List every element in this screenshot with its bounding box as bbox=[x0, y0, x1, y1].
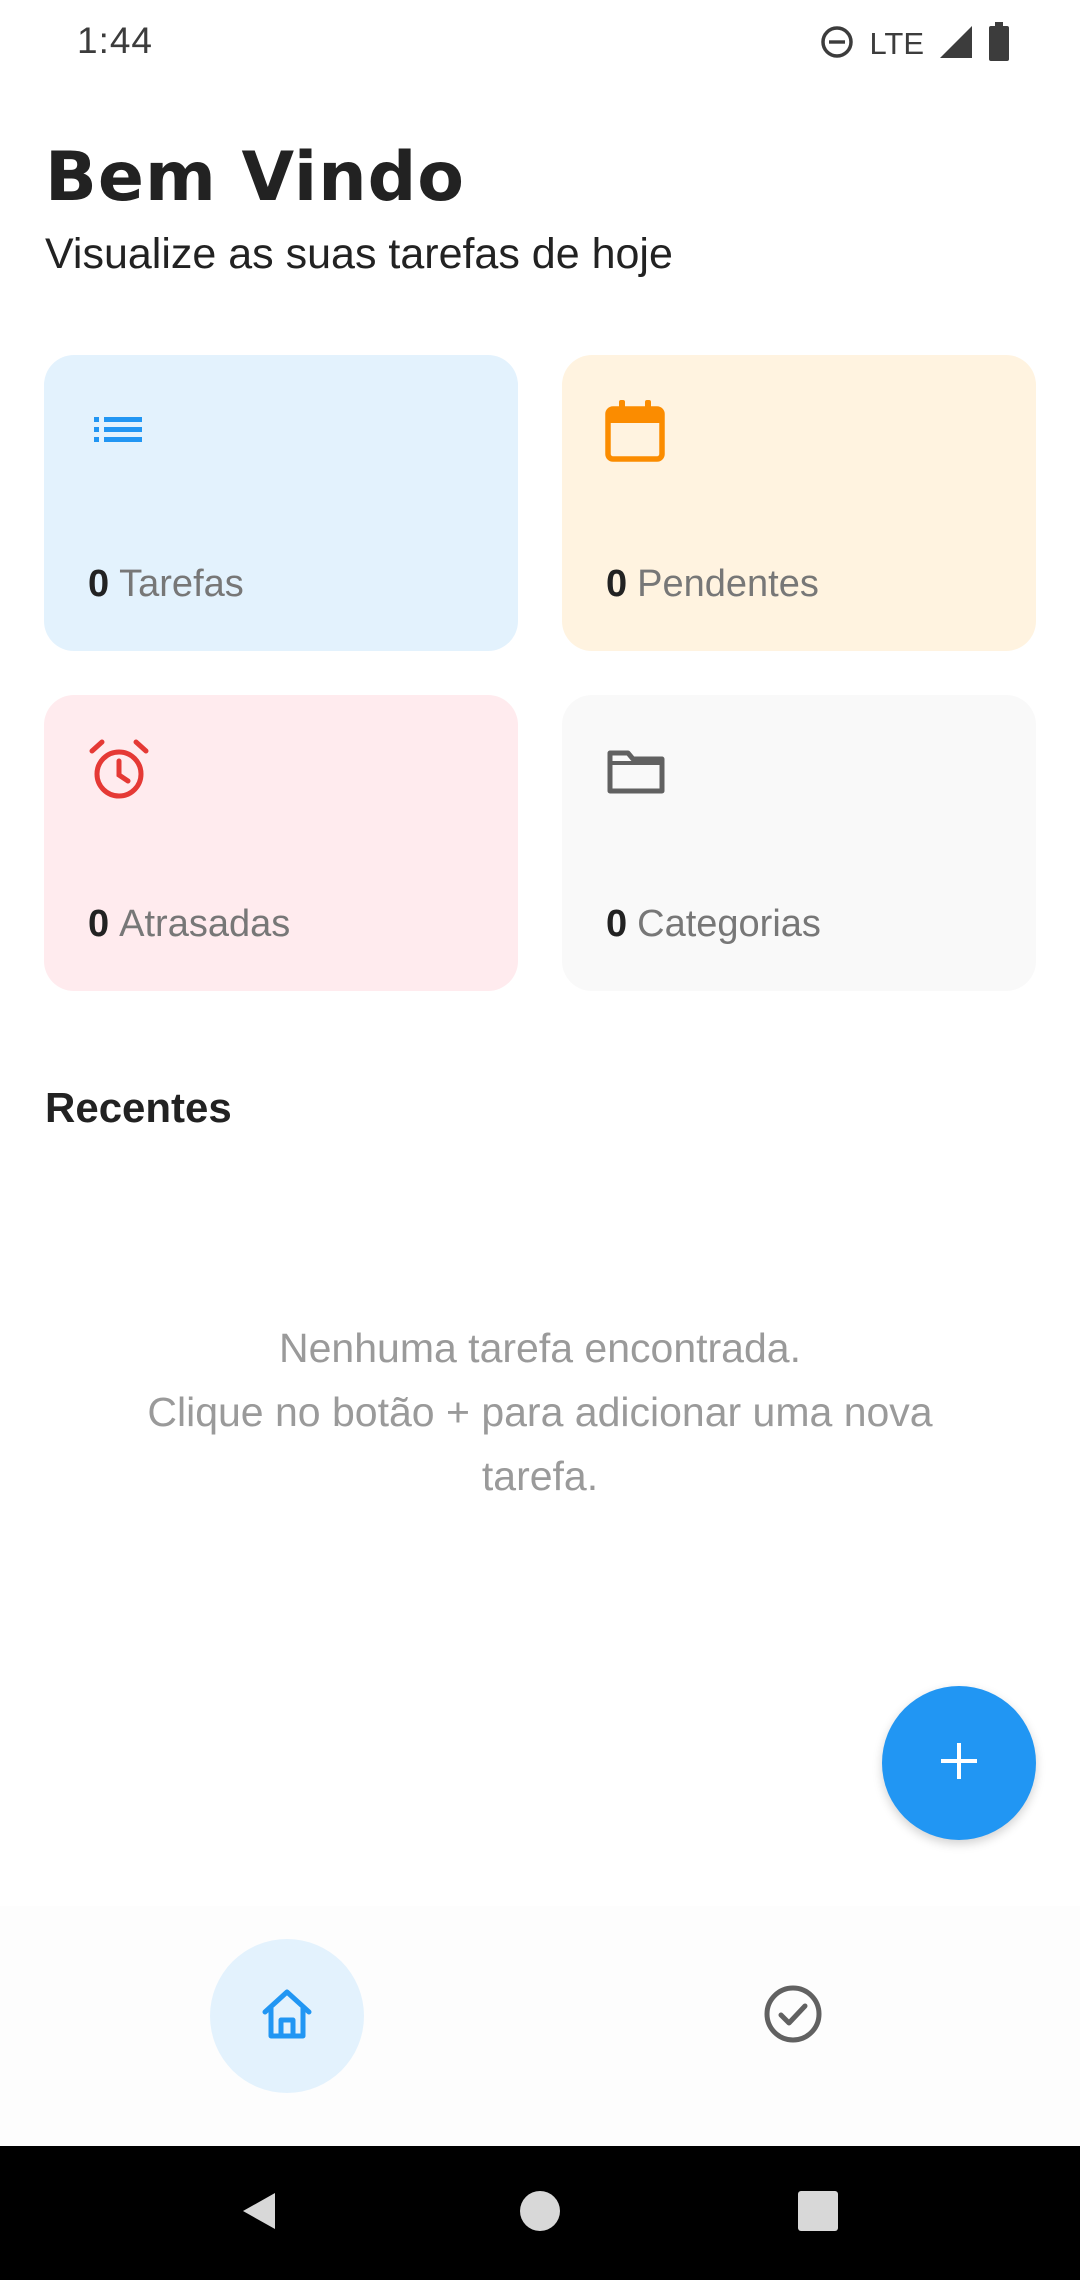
do-not-disturb-icon bbox=[819, 24, 855, 65]
card-atrasadas[interactable]: 0 Atrasadas bbox=[44, 695, 518, 991]
card-tarefas-count: 0 bbox=[88, 563, 110, 605]
bottom-navigation bbox=[0, 1906, 1080, 2146]
nav-home-button[interactable] bbox=[210, 1939, 364, 2093]
plus-icon bbox=[935, 1737, 983, 1790]
alarm-icon bbox=[86, 737, 152, 803]
empty-state-line-2: Clique no botão + para adicionar uma nov… bbox=[147, 1389, 933, 1499]
card-pendentes-count: 0 bbox=[606, 563, 628, 605]
calendar-icon bbox=[604, 397, 670, 463]
home-icon bbox=[255, 1982, 319, 2051]
system-back-button[interactable] bbox=[222, 2176, 296, 2250]
system-navigation-bar bbox=[0, 2146, 1080, 2280]
section-title-recentes: Recentes bbox=[45, 1084, 232, 1131]
card-pendentes[interactable]: 0 Pendentes bbox=[562, 355, 1036, 651]
page-title: Bem Vindo bbox=[45, 138, 466, 217]
list-icon bbox=[86, 397, 152, 463]
card-categorias-count: 0 bbox=[606, 903, 628, 945]
folder-icon bbox=[604, 737, 670, 803]
system-home-button[interactable] bbox=[503, 2176, 577, 2250]
card-categorias[interactable]: 0 Categorias bbox=[562, 695, 1036, 991]
system-recents-button[interactable] bbox=[781, 2176, 855, 2250]
empty-state-line-1: Nenhuma tarefa encontrada. bbox=[279, 1325, 801, 1371]
app-screen: 1:44 LTE Bem Vindo Visualize as suas tar… bbox=[0, 0, 1080, 2280]
recents-icon bbox=[796, 2189, 840, 2238]
nav-tasks-button[interactable] bbox=[716, 1939, 870, 2093]
card-categorias-label: Categorias bbox=[637, 903, 821, 945]
status-bar: 1:44 LTE bbox=[0, 0, 1080, 88]
card-tarefas[interactable]: 0 Tarefas bbox=[44, 355, 518, 651]
add-task-button[interactable] bbox=[882, 1686, 1036, 1840]
card-atrasadas-count: 0 bbox=[88, 903, 110, 945]
check-circle-icon bbox=[761, 1982, 825, 2051]
card-pendentes-label: Pendentes bbox=[637, 563, 819, 605]
card-atrasadas-text: 0 Atrasadas bbox=[88, 903, 290, 946]
card-tarefas-label: Tarefas bbox=[119, 563, 244, 605]
page-subtitle: Visualize as suas tarefas de hoje bbox=[45, 230, 673, 278]
status-time: 1:44 bbox=[77, 20, 154, 61]
back-icon bbox=[235, 2187, 283, 2240]
status-icons: LTE bbox=[819, 21, 1010, 67]
home-circle-icon bbox=[518, 2189, 562, 2238]
battery-icon bbox=[988, 21, 1010, 67]
card-atrasadas-label: Atrasadas bbox=[119, 903, 291, 945]
signal-icon bbox=[938, 24, 974, 65]
card-categorias-text: 0 Categorias bbox=[606, 903, 821, 946]
card-pendentes-text: 0 Pendentes bbox=[606, 563, 819, 606]
network-type-label: LTE bbox=[869, 26, 924, 61]
card-tarefas-text: 0 Tarefas bbox=[88, 563, 244, 606]
empty-state-message: Nenhuma tarefa encontrada. Clique no bot… bbox=[90, 1316, 990, 1508]
